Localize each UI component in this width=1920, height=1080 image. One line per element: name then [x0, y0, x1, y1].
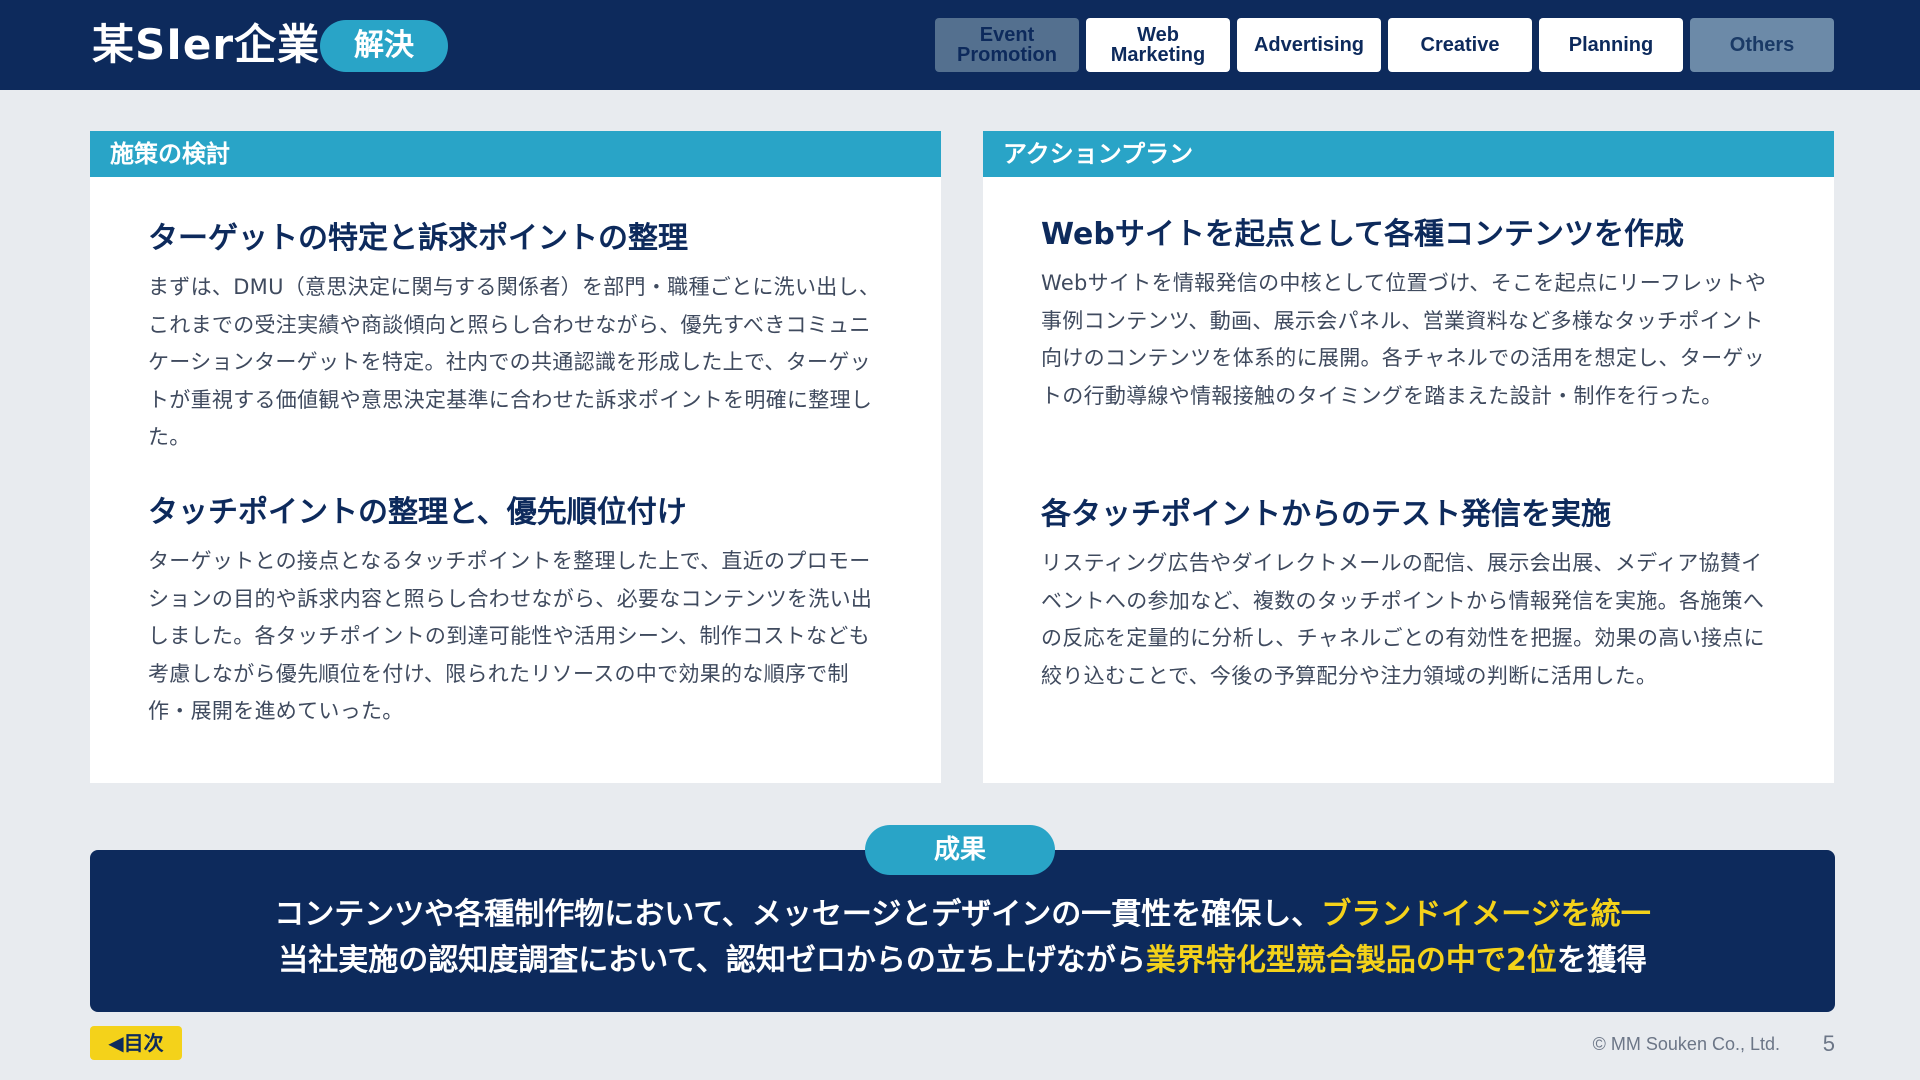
section-body: まずは、DMU（意思決定に関与する関係者）を部門・職種ごとに洗い出し、これまでの…	[148, 275, 881, 449]
result-text: コンテンツや各種制作物において、メッセージとデザインの一貫性を確保し、ブランドイ…	[90, 892, 1835, 984]
test-section: 各タッチポイントからのテスト発信を実施 リスティング広告やダイレクトメールの配信…	[1041, 495, 1781, 695]
copyright: © MM Souken Co., Ltd.	[1592, 1034, 1780, 1054]
result-line-2: 当社実施の認知度調査において、認知ゼロからの立ち上げながら業界特化型競合製品の中…	[90, 938, 1835, 984]
nav-planning-button[interactable]: Planning	[1539, 18, 1683, 72]
nav-web-marketing-button[interactable]: Web Marketing	[1086, 18, 1230, 72]
section-body: ターゲットとの接点となるタッチポイントを整理した上で、直近のプロモーションの目的…	[148, 549, 873, 723]
result-line-1: コンテンツや各種制作物において、メッセージとデザインの一貫性を確保し、ブランドイ…	[90, 892, 1835, 938]
section-title: ターゲットの特定と訴求ポイントの整理	[148, 221, 688, 256]
nav-creative-button[interactable]: Creative	[1388, 18, 1532, 72]
result-line-1-text: コンテンツや各種制作物において、メッセージとデザインの一貫性を確保し、	[274, 897, 1322, 932]
section-title: タッチポイントの整理と、優先順位付け	[148, 495, 687, 530]
website-section: Webサイトを起点として各種コンテンツを作成 Webサイトを情報発信の中核として…	[1041, 215, 1781, 415]
status-badge: 解決	[320, 20, 448, 72]
result-line-2-highlight: 業界特化型競合製品の中で2位	[1145, 943, 1557, 978]
nav-others-button[interactable]: Others	[1690, 18, 1834, 72]
section-title: 各タッチポイントからのテスト発信を実施	[1041, 497, 1611, 532]
table-of-contents-button[interactable]: ◀目次	[90, 1026, 182, 1060]
result-line-2-text: 当社実施の認知度調査において、認知ゼロからの立ち上げながら	[278, 943, 1146, 978]
target-section: ターゲットの特定と訴求ポイントの整理 まずは、DMU（意思決定に関与する関係者）…	[148, 219, 888, 457]
nav-event-promotion-button[interactable]: Event Promotion	[935, 18, 1079, 72]
action-plan-panel-heading: アクションプラン	[983, 131, 1834, 177]
client-name: 某SIer企業	[92, 20, 321, 69]
header-bar: 某SIer企業 解決 Event Promotion Web Marketing…	[0, 0, 1920, 90]
measures-panel-heading: 施策の検討	[90, 131, 941, 177]
section-title: Webサイトを起点として各種コンテンツを作成	[1041, 217, 1684, 252]
page-number: 5	[1822, 1031, 1835, 1056]
nav-advertising-button[interactable]: Advertising	[1237, 18, 1381, 72]
section-body: Webサイトを情報発信の中核として位置づけ、そこを起点にリーフレットや事例コンテ…	[1041, 271, 1767, 408]
action-plan-panel: アクションプラン Webサイトを起点として各種コンテンツを作成 Webサイトを情…	[983, 131, 1834, 783]
result-line-2-suffix: を獲得	[1556, 943, 1647, 978]
touchpoint-section: タッチポイントの整理と、優先順位付け ターゲットとの接点となるタッチポイントを整…	[148, 493, 888, 731]
section-body: リスティング広告やダイレクトメールの配信、展示会出展、メディア協賛イベントへの参…	[1041, 551, 1765, 688]
result-label: 成果	[865, 825, 1055, 875]
category-nav: Event Promotion Web Marketing Advertisin…	[935, 18, 1841, 72]
result-line-1-highlight: ブランドイメージを統一	[1321, 897, 1651, 932]
measures-panel: 施策の検討 ターゲットの特定と訴求ポイントの整理 まずは、DMU（意思決定に関与…	[90, 131, 941, 783]
